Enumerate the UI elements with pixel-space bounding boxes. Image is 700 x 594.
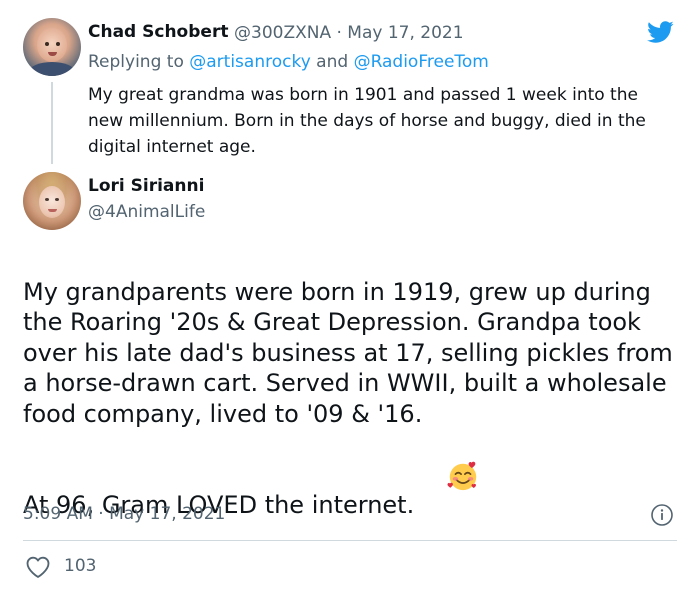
avatar-chad-schobert[interactable] bbox=[23, 18, 81, 76]
divider bbox=[23, 540, 677, 541]
author-meta[interactable]: @300ZXNA · May 17, 2021 bbox=[234, 23, 464, 43]
tweet-timestamp[interactable]: 5:09 AM · May 17, 2021 bbox=[23, 504, 225, 524]
twitter-bird-icon bbox=[647, 21, 674, 43]
tweet-paragraph: My grandparents were born in 1919, grew … bbox=[23, 277, 673, 428]
smiling-face-with-hearts-icon bbox=[447, 461, 477, 491]
parent-tweet-text: My great grandma was born in 1901 and pa… bbox=[88, 85, 646, 157]
replying-prefix: Replying to bbox=[88, 52, 190, 72]
heart-icon[interactable] bbox=[25, 555, 51, 579]
mention-link-artisanrocky[interactable]: @artisanrocky bbox=[189, 52, 311, 72]
author-name[interactable]: Chad Schobert bbox=[88, 22, 228, 42]
like-count: 103 bbox=[64, 556, 97, 576]
mention-link-radiofreetom[interactable]: @RadioFreeTom bbox=[354, 52, 489, 72]
replying-to-line: Replying to @artisanrocky and @RadioFree… bbox=[88, 52, 489, 72]
author-handle[interactable]: @4AnimalLife bbox=[88, 202, 205, 222]
info-icon[interactable] bbox=[650, 503, 674, 527]
author-name[interactable]: Lori Sirianni bbox=[88, 176, 204, 196]
thread-line bbox=[51, 82, 53, 164]
replying-and: and bbox=[310, 52, 354, 72]
avatar-lori-sirianni[interactable] bbox=[23, 172, 81, 230]
